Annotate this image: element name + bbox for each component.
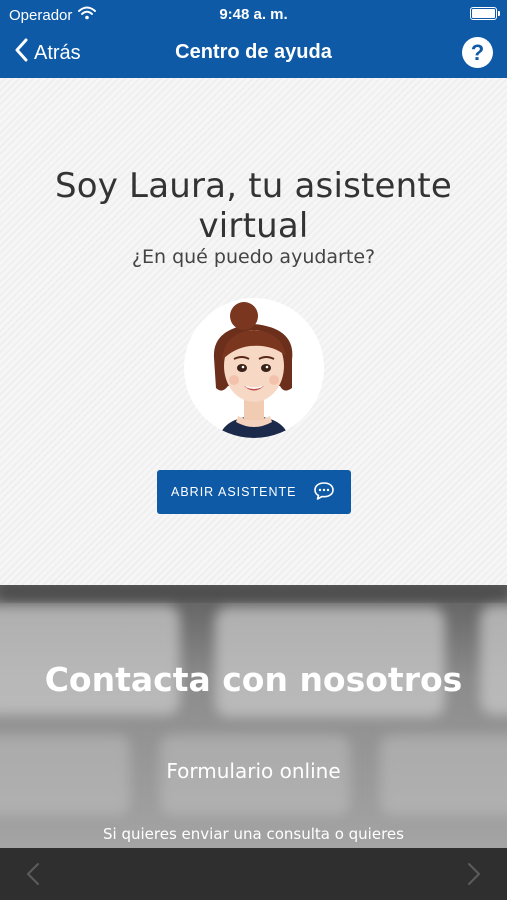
online-form-link[interactable]: Formulario online xyxy=(0,759,507,783)
chat-bubble-icon xyxy=(313,481,335,504)
battery-icon xyxy=(470,7,500,20)
status-bar: Operador 9:48 a. m. xyxy=(0,0,507,28)
navigation-bar: Atrás Centro de ayuda ? xyxy=(0,28,507,78)
question-circle-icon: ? xyxy=(470,40,485,65)
assistant-title: Soy Laura, tu asistente virtual xyxy=(54,166,453,246)
virtual-assistant-section: Soy Laura, tu asistente virtual ¿En qué … xyxy=(0,78,507,585)
contact-description: Si quieres enviar una consulta o quieres xyxy=(103,825,404,843)
open-assistant-button[interactable]: ABRIR ASISTENTE xyxy=(157,470,351,514)
assistant-avatar xyxy=(184,298,324,438)
chevron-left-icon xyxy=(22,863,46,890)
status-time: 9:48 a. m. xyxy=(219,6,288,23)
keyboard-background-image xyxy=(0,585,507,848)
contact-section: Contacta con nosotros Formulario online … xyxy=(0,585,507,848)
bottom-toolbar xyxy=(0,848,507,900)
page-title: Centro de ayuda xyxy=(175,41,332,63)
contact-title: Contacta con nosotros xyxy=(44,660,463,699)
app-header: Operador 9:48 a. m. Atrás Centro de ayud… xyxy=(0,0,507,78)
help-button[interactable]: ? xyxy=(462,37,493,68)
chevron-right-icon xyxy=(461,863,485,890)
toolbar-forward-button[interactable] xyxy=(461,862,485,886)
open-assistant-label: ABRIR ASISTENTE xyxy=(171,485,297,499)
toolbar-back-button[interactable] xyxy=(22,862,46,886)
assistant-subtitle: ¿En qué puedo ayudarte? xyxy=(131,246,376,268)
